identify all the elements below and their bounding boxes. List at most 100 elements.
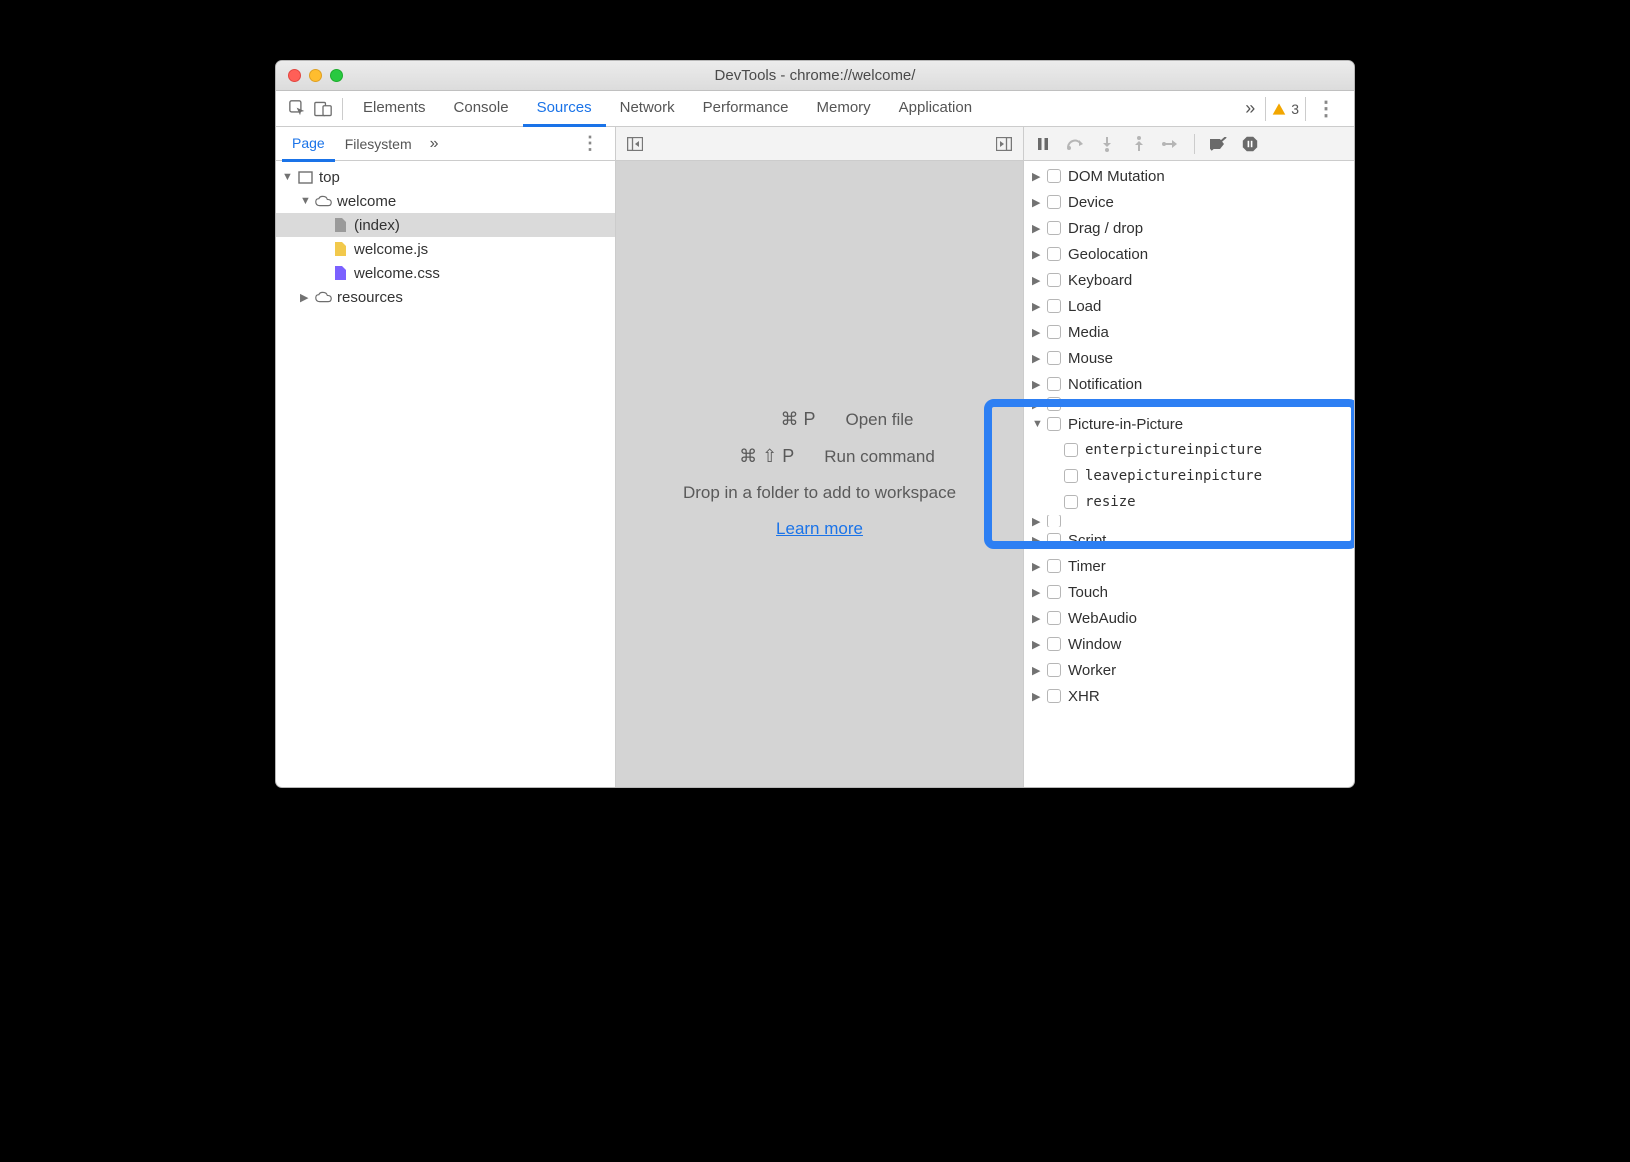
checkbox[interactable]	[1064, 495, 1078, 509]
bp-category-load[interactable]: ▶Load	[1024, 293, 1354, 319]
bp-label: leavepictureinpicture	[1085, 468, 1262, 484]
collapse-arrow-icon: ▶	[1032, 300, 1044, 313]
tab-console[interactable]: Console	[440, 91, 523, 126]
bp-category-xhr[interactable]: ▶XHR	[1024, 683, 1354, 709]
bp-label: Drag / drop	[1068, 220, 1143, 237]
bp-category-keyboard[interactable]: ▶Keyboard	[1024, 267, 1354, 293]
pause-icon[interactable]	[1032, 133, 1054, 155]
pause-exceptions-icon[interactable]	[1239, 133, 1261, 155]
checkbox[interactable]	[1047, 397, 1061, 411]
inspect-element-icon[interactable]	[284, 96, 310, 122]
bp-category-dom-mutation[interactable]: ▶DOM Mutation	[1024, 163, 1354, 189]
warnings-button[interactable]: 3	[1265, 97, 1306, 121]
checkbox[interactable]	[1047, 195, 1061, 209]
tree-node-top[interactable]: ▼ top	[276, 165, 615, 189]
tree-label: top	[319, 169, 340, 186]
checkbox[interactable]	[1047, 515, 1061, 527]
drop-hint: Drop in a folder to add to workspace	[683, 483, 956, 503]
shortcut-key: ⌘ P	[725, 409, 815, 430]
bp-category-timer[interactable]: ▶Timer	[1024, 553, 1354, 579]
collapse-arrow-icon: ▶	[1032, 378, 1044, 391]
bp-label: Geolocation	[1068, 246, 1148, 263]
bp-category-notification[interactable]: ▶Notification	[1024, 371, 1354, 397]
bp-label: resize	[1085, 494, 1136, 510]
settings-menu-button[interactable]: ⋮	[1306, 96, 1346, 121]
bp-category-touch[interactable]: ▶Touch	[1024, 579, 1354, 605]
show-debugger-icon[interactable]	[993, 133, 1015, 155]
navigator-tab-page[interactable]: Page	[282, 127, 335, 162]
bp-category-obscured[interactable]: ▶	[1024, 515, 1354, 527]
checkbox[interactable]	[1047, 299, 1061, 313]
navigator-more-tabs[interactable]: »	[422, 135, 447, 153]
bp-category-script[interactable]: ▶Script	[1024, 527, 1354, 553]
more-tabs-button[interactable]: »	[1235, 98, 1265, 119]
warning-icon	[1272, 102, 1286, 116]
deactivate-breakpoints-icon[interactable]	[1207, 133, 1229, 155]
frame-icon	[297, 169, 314, 186]
tab-memory[interactable]: Memory	[803, 91, 885, 126]
collapse-arrow-icon: ▶	[1032, 612, 1044, 625]
bp-category-window[interactable]: ▶Window	[1024, 631, 1354, 657]
bp-category-media[interactable]: ▶Media	[1024, 319, 1354, 345]
bp-category-obscured[interactable]: ▶	[1024, 397, 1354, 411]
checkbox[interactable]	[1047, 585, 1061, 599]
step-icon[interactable]	[1160, 133, 1182, 155]
bp-category-picture-in-picture[interactable]: ▼Picture-in-Picture	[1024, 411, 1354, 437]
bp-category-drag-drop[interactable]: ▶Drag / drop	[1024, 215, 1354, 241]
tab-application[interactable]: Application	[885, 91, 986, 126]
shortcut-label: Run command	[824, 447, 935, 467]
tab-elements[interactable]: Elements	[349, 91, 440, 126]
bp-label: Window	[1068, 636, 1121, 653]
checkbox[interactable]	[1047, 663, 1061, 677]
checkbox[interactable]	[1047, 169, 1061, 183]
device-toggle-icon[interactable]	[310, 96, 336, 122]
collapse-arrow-icon: ▶	[1032, 664, 1044, 677]
step-out-icon[interactable]	[1128, 133, 1150, 155]
tab-network[interactable]: Network	[606, 91, 689, 126]
tab-sources[interactable]: Sources	[523, 91, 606, 127]
bp-category-geolocation[interactable]: ▶Geolocation	[1024, 241, 1354, 267]
bp-event-leavepictureinpicture[interactable]: leavepictureinpicture	[1024, 463, 1354, 489]
checkbox[interactable]	[1047, 417, 1061, 431]
tree-node-welcomejs[interactable]: welcome.js	[276, 237, 615, 261]
checkbox[interactable]	[1047, 273, 1061, 287]
bp-category-device[interactable]: ▶Device	[1024, 189, 1354, 215]
checkbox[interactable]	[1047, 377, 1061, 391]
tree-node-index[interactable]: (index)	[276, 213, 615, 237]
tree-node-welcome[interactable]: ▼ welcome	[276, 189, 615, 213]
learn-more-link[interactable]: Learn more	[776, 519, 863, 539]
checkbox[interactable]	[1047, 247, 1061, 261]
checkbox[interactable]	[1047, 533, 1061, 547]
checkbox[interactable]	[1064, 443, 1078, 457]
bp-category-webaudio[interactable]: ▶WebAudio	[1024, 605, 1354, 631]
bp-category-worker[interactable]: ▶Worker	[1024, 657, 1354, 683]
bp-event-resize[interactable]: resize	[1024, 489, 1354, 515]
debugger-toolbar	[1024, 127, 1354, 161]
navigator-menu-button[interactable]: ⋮	[571, 133, 609, 154]
cloud-icon	[315, 193, 332, 210]
bp-event-enterpictureinpicture[interactable]: enterpictureinpicture	[1024, 437, 1354, 463]
collapse-arrow-icon: ▶	[1032, 398, 1044, 411]
js-file-icon	[332, 241, 349, 258]
show-navigator-icon[interactable]	[624, 133, 646, 155]
expand-arrow-icon: ▼	[282, 171, 294, 183]
bp-label: XHR	[1068, 688, 1100, 705]
bp-category-mouse[interactable]: ▶Mouse	[1024, 345, 1354, 371]
checkbox[interactable]	[1047, 221, 1061, 235]
shortcut-label: Open file	[845, 410, 913, 430]
checkbox[interactable]	[1047, 689, 1061, 703]
navigator-tab-filesystem[interactable]: Filesystem	[335, 128, 422, 160]
bp-label: Keyboard	[1068, 272, 1132, 289]
checkbox[interactable]	[1064, 469, 1078, 483]
checkbox[interactable]	[1047, 351, 1061, 365]
checkbox[interactable]	[1047, 325, 1061, 339]
tab-performance[interactable]: Performance	[689, 91, 803, 126]
checkbox[interactable]	[1047, 559, 1061, 573]
shortcut-open-file: ⌘ P Open file	[725, 409, 913, 430]
tree-node-resources[interactable]: ▶ resources	[276, 285, 615, 309]
checkbox[interactable]	[1047, 637, 1061, 651]
step-over-icon[interactable]	[1064, 133, 1086, 155]
checkbox[interactable]	[1047, 611, 1061, 625]
step-into-icon[interactable]	[1096, 133, 1118, 155]
tree-node-welcomecss[interactable]: welcome.css	[276, 261, 615, 285]
